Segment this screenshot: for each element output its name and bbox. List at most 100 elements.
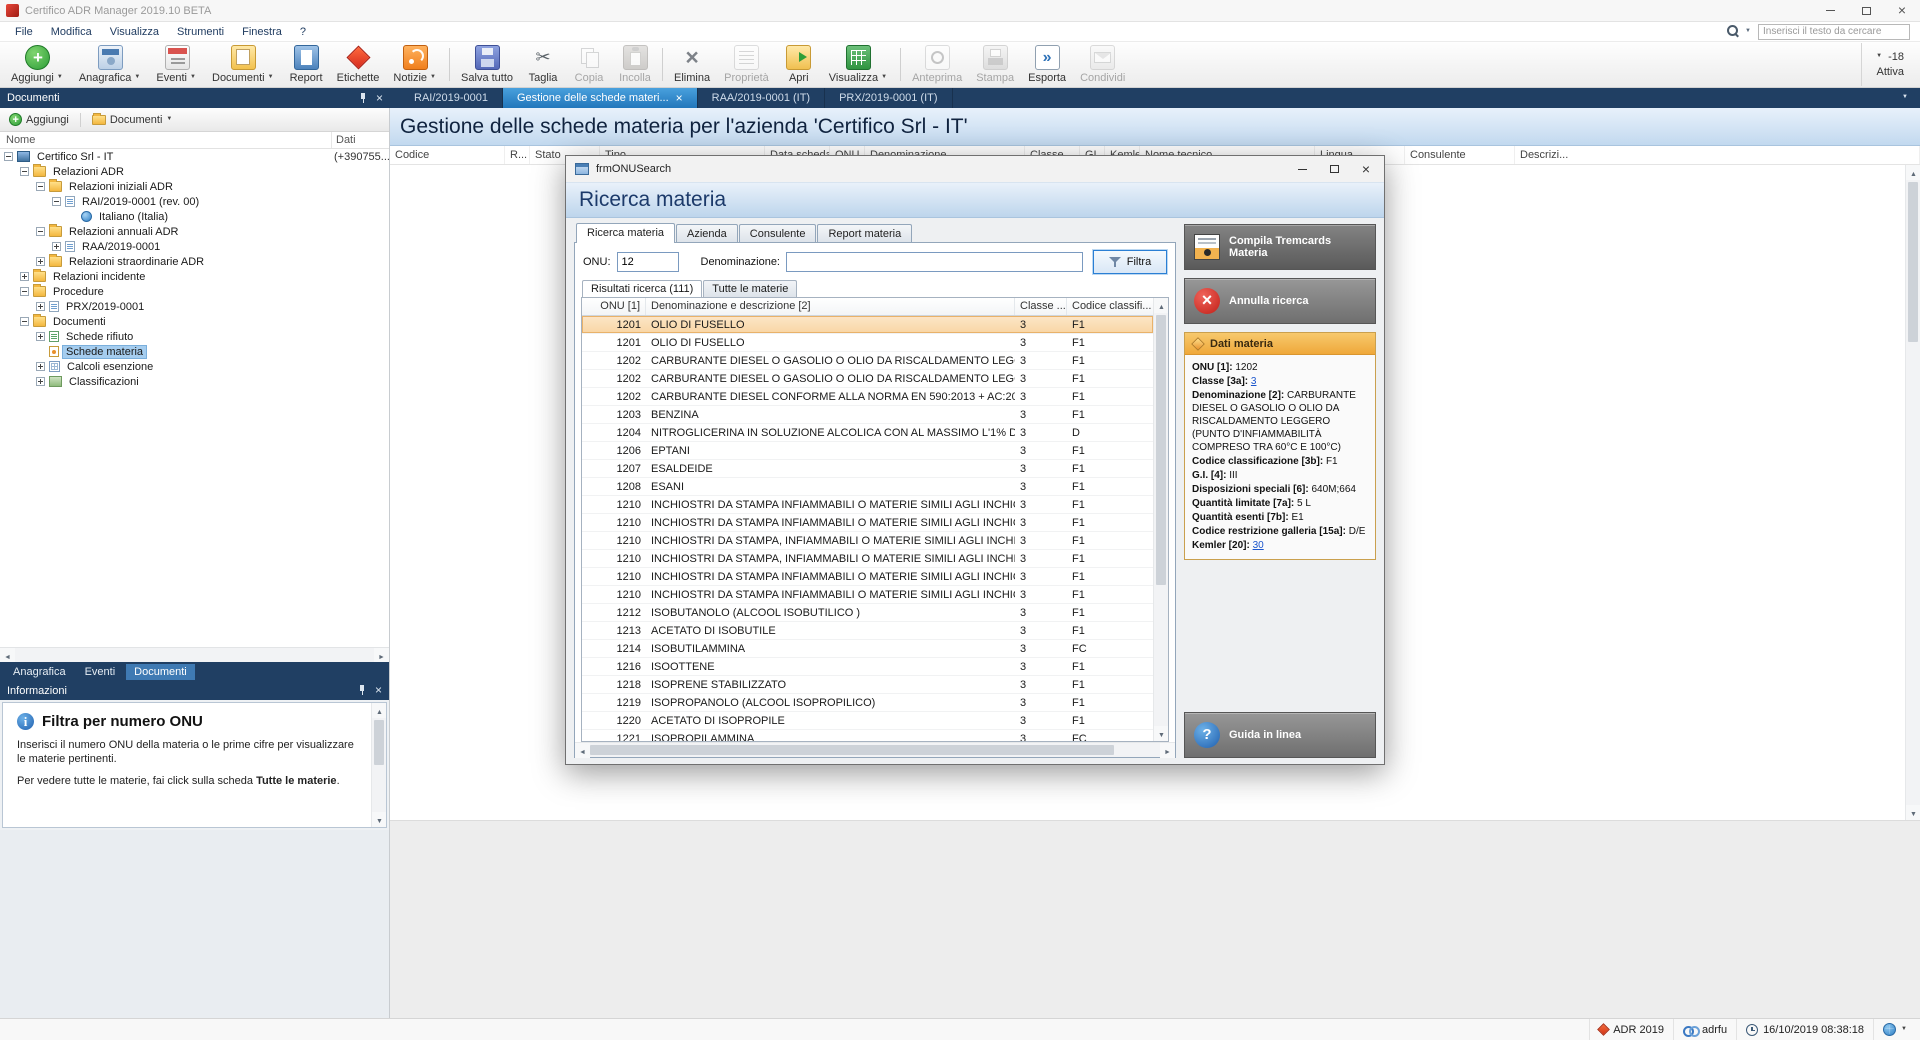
tree-column-dati[interactable]: Dati (331, 132, 389, 148)
result-row[interactable]: 1218ISOPRENE STABILIZZATO3F1 (582, 676, 1153, 694)
annulla-ricerca-button[interactable]: Annulla ricerca (1184, 278, 1376, 324)
dialog-tab-ricerca-materia[interactable]: Ricerca materia (576, 223, 675, 243)
tree-item-raa-2019-0001[interactable]: RAA/2019-0001 (0, 239, 389, 254)
result-row[interactable]: 1213ACETATO DI ISOBUTILE3F1 (582, 622, 1153, 640)
tree-item-relazioni-annuali-adr[interactable]: Relazioni annuali ADR (0, 224, 389, 239)
results-column-onu[interactable]: ONU [1] (582, 298, 646, 315)
tree-item-schede-rifiuto[interactable]: Schede rifiuto (0, 329, 389, 344)
result-row[interactable]: 1202CARBURANTE DIESEL O GASOLIO O OLIO D… (582, 370, 1153, 388)
salva-tutto-button[interactable]: Salva tutto (454, 43, 520, 86)
tree-item-calcoli-esenzione[interactable]: Calcoli esenzione (0, 359, 389, 374)
tree-item-documenti[interactable]: Documenti (0, 314, 389, 329)
aggiungi-button[interactable]: Aggiungi (4, 43, 72, 86)
document-tab-rai-2019-0001[interactable]: RAI/2019-0001 (400, 88, 503, 108)
expander-minus-icon[interactable] (20, 317, 29, 326)
tree-filter-button[interactable]: Documenti (88, 112, 179, 128)
result-row[interactable]: 1216ISOOTTENE3F1 (582, 658, 1153, 676)
result-row[interactable]: 1201OLIO DI FUSELLO3F1 (582, 316, 1153, 334)
result-tab-tutte-le-materie[interactable]: Tutte le materie (703, 280, 797, 297)
dialog-tab-report-materia[interactable]: Report materia (817, 224, 912, 242)
window-minimize-button[interactable] (1812, 0, 1848, 21)
results-column-cod[interactable]: Codice classifi... (1067, 298, 1153, 315)
tree-item-certifico-srl-it[interactable]: Certifico Srl - IT (0, 149, 389, 164)
results-vertical-scrollbar[interactable] (1153, 298, 1168, 741)
result-row[interactable]: 1203BENZINA3F1 (582, 406, 1153, 424)
menu-file[interactable]: File (6, 24, 42, 40)
result-row[interactable]: 1221ISOPROPILAMMINA3FC (582, 730, 1153, 741)
tree-item-classificazioni[interactable]: Classificazioni (0, 374, 389, 389)
tree-column-nome[interactable]: Nome (0, 132, 331, 148)
taglia-button[interactable]: Taglia (520, 43, 566, 86)
result-row[interactable]: 1210INCHIOSTRI DA STAMPA INFIAMMABILI O … (582, 496, 1153, 514)
expander-plus-icon[interactable] (20, 272, 29, 281)
results-horizontal-scrollbar[interactable] (575, 742, 1175, 757)
eventi-button[interactable]: Eventi (149, 43, 205, 86)
result-row[interactable]: 1206EPTANI3F1 (582, 442, 1153, 460)
window-close-button[interactable] (1884, 0, 1920, 21)
toolbar-attiva-label[interactable]: Attiva (1876, 66, 1904, 78)
etichette-button[interactable]: Etichette (330, 43, 387, 86)
statusbar-adr[interactable]: ADR 2019 (1589, 1019, 1673, 1040)
search-icon[interactable] (1727, 25, 1740, 38)
document-tab-raa-2019-0001-it[interactable]: RAA/2019-0001 (IT) (698, 88, 825, 108)
result-row[interactable]: 1202CARBURANTE DIESEL CONFORME ALLA NORM… (582, 388, 1153, 406)
report-button[interactable]: Report (283, 43, 330, 86)
window-maximize-button[interactable] (1848, 0, 1884, 21)
result-row[interactable]: 1214ISOBUTILAMMINA3FC (582, 640, 1153, 658)
notizie-button[interactable]: Notizie (386, 43, 445, 86)
tab-close-icon[interactable] (676, 92, 683, 105)
results-column-cls[interactable]: Classe ... (1015, 298, 1067, 315)
tree-item-rai-2019-0001-rev-00[interactable]: RAI/2019-0001 (rev. 00) (0, 194, 389, 209)
pin-icon[interactable] (359, 93, 368, 104)
info-vertical-scrollbar[interactable] (371, 703, 386, 827)
main-column-codice[interactable]: Codice (390, 146, 505, 164)
main-column-r[interactable]: R... (505, 146, 530, 164)
scroll-down-icon[interactable] (1906, 805, 1920, 820)
tree-item-relazioni-adr[interactable]: Relazioni ADR (0, 164, 389, 179)
menu-finestra[interactable]: Finestra (233, 24, 291, 40)
expander-plus-icon[interactable] (36, 257, 45, 266)
menu-help[interactable]: ? (291, 24, 315, 40)
tree-item-relazioni-straordinarie-adr[interactable]: Relazioni straordinarie ADR (0, 254, 389, 269)
compila-tremcards-button[interactable]: Compila Tremcards Materia (1184, 224, 1376, 270)
tabstrip-overflow-icon[interactable] (1902, 95, 1910, 101)
result-row[interactable]: 1210INCHIOSTRI DA STAMPA INFIAMMABILI O … (582, 586, 1153, 604)
filtra-button[interactable]: Filtra (1093, 250, 1167, 274)
scroll-down-icon[interactable] (372, 812, 387, 827)
chevron-down-icon[interactable] (1876, 54, 1884, 60)
main-column-consulente[interactable]: Consulente (1405, 146, 1515, 164)
document-tab-prx-2019-0001-it[interactable]: PRX/2019-0001 (IT) (825, 88, 952, 108)
result-row[interactable]: 1220ACETATO DI ISOPROPILE3F1 (582, 712, 1153, 730)
result-tab-risultati-ricerca-111[interactable]: Risultati ricerca (111) (582, 280, 702, 298)
result-row[interactable]: 1210INCHIOSTRI DA STAMPA INFIAMMABILI O … (582, 568, 1153, 586)
expander-plus-icon[interactable] (36, 377, 45, 386)
tree-item-procedure[interactable]: Procedure (0, 284, 389, 299)
result-row[interactable]: 1210INCHIOSTRI DA STAMPA, INFIAMMABILI O… (582, 550, 1153, 568)
pin-icon[interactable] (358, 685, 367, 696)
documenti-button[interactable]: Documenti (205, 43, 283, 86)
dialog-tab-azienda[interactable]: Azienda (676, 224, 738, 242)
apri-button[interactable]: Apri (776, 43, 822, 86)
tree-item-relazioni-iniziali-adr[interactable]: Relazioni iniziali ADR (0, 179, 389, 194)
scroll-down-icon[interactable] (1154, 726, 1169, 741)
dock-tab-documenti[interactable]: Documenti (126, 664, 195, 680)
menu-modifica[interactable]: Modifica (42, 24, 101, 40)
result-row[interactable]: 1219ISOPROPANOLO (ALCOOL ISOPROPILICO)3F… (582, 694, 1153, 712)
dialog-tab-consulente[interactable]: Consulente (739, 224, 817, 242)
tree-item-italiano-italia[interactable]: Italiano (Italia) (0, 209, 389, 224)
scroll-up-icon[interactable] (372, 703, 387, 718)
tree-horizontal-scrollbar[interactable] (0, 647, 389, 662)
scroll-left-icon[interactable] (575, 743, 590, 758)
scroll-right-icon[interactable] (1160, 743, 1175, 758)
dialog-close-button[interactable] (1350, 158, 1382, 180)
result-row[interactable]: 1210INCHIOSTRI DA STAMPA INFIAMMABILI O … (582, 514, 1153, 532)
dialog-maximize-button[interactable] (1318, 158, 1350, 180)
expander-plus-icon[interactable] (36, 362, 45, 371)
tree-add-button[interactable]: Aggiungi (5, 111, 73, 128)
result-row[interactable]: 1208ESANI3F1 (582, 478, 1153, 496)
guida-button[interactable]: Guida in linea (1184, 712, 1376, 758)
scroll-left-icon[interactable] (0, 648, 15, 663)
expander-minus-icon[interactable] (4, 152, 13, 161)
expander-minus-icon[interactable] (52, 197, 61, 206)
scroll-right-icon[interactable] (374, 648, 389, 663)
